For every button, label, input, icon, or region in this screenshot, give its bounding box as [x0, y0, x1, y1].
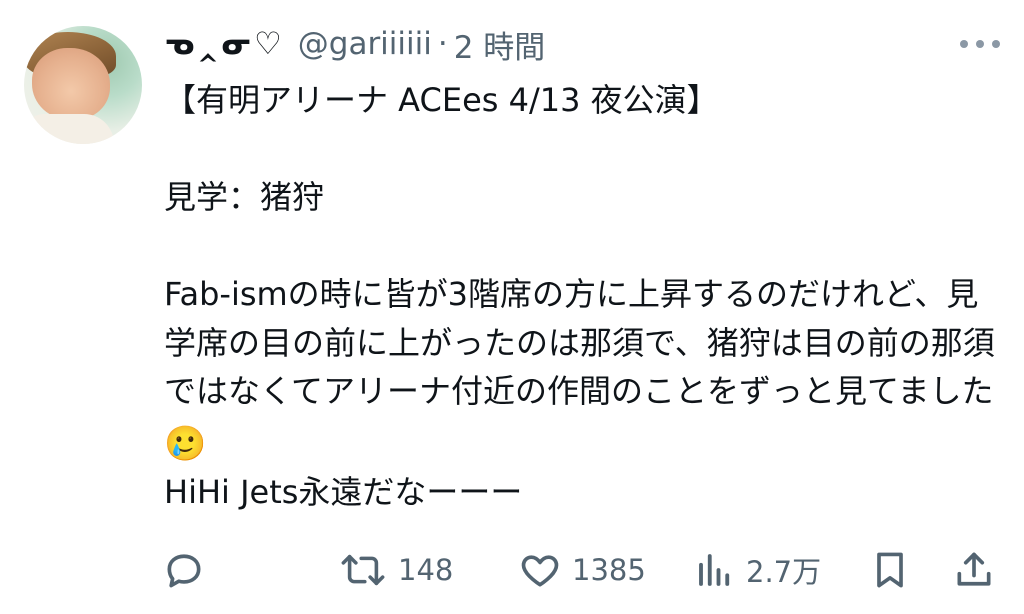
share-icon [957, 552, 991, 586]
like-count: 1385 [572, 553, 646, 587]
heart-icon [521, 555, 559, 587]
retweet-icon [341, 554, 385, 586]
crying-smile-emoji: 🥲 [164, 423, 207, 464]
retweet-count: 148 [398, 553, 454, 587]
action-bar: 148 1385 2.7万 [0, 540, 1024, 600]
bookmark-button[interactable] [868, 540, 922, 600]
avatar-face [32, 48, 110, 120]
more-dot [992, 40, 1000, 48]
avatar-shirt [24, 114, 114, 144]
tweet: ᓀ‸ᓂ♡ @gariiiiii · 2 時間 【有明アリーナ ACEes 4/1… [0, 0, 1024, 614]
views-button[interactable]: 2.7万 [694, 540, 821, 600]
tweet-body-text: 【有明アリーナ ACEes 4/13 夜公演】 見学：猪狩 Fab-ismの時に… [164, 81, 995, 410]
tweet-header: ᓀ‸ᓂ♡ @gariiiiii · 2 時間 [164, 22, 545, 66]
reply-icon [167, 554, 201, 588]
more-dot [960, 40, 968, 48]
reply-button[interactable] [162, 540, 216, 600]
views-icon [699, 554, 730, 586]
retweet-button[interactable]: 148 [338, 540, 453, 600]
views-count: 2.7万 [746, 555, 822, 589]
more-icon[interactable] [960, 36, 1000, 52]
share-button[interactable] [952, 540, 1006, 600]
separator: · [437, 26, 448, 62]
tweet-body-tail: HiHi Jets永遠だなーーー [164, 473, 523, 511]
timestamp[interactable]: 2 時間 [454, 22, 546, 67]
user-handle[interactable]: @gariiiiii [298, 26, 432, 62]
more-dot [976, 40, 984, 48]
bookmark-icon [877, 552, 903, 588]
like-button[interactable]: 1385 [518, 540, 646, 600]
tweet-body: 【有明アリーナ ACEes 4/13 夜公演】 見学：猪狩 Fab-ismの時に… [164, 76, 1004, 517]
user-avatar[interactable] [24, 26, 142, 144]
display-name[interactable]: ᓀ‸ᓂ♡ [164, 26, 284, 62]
